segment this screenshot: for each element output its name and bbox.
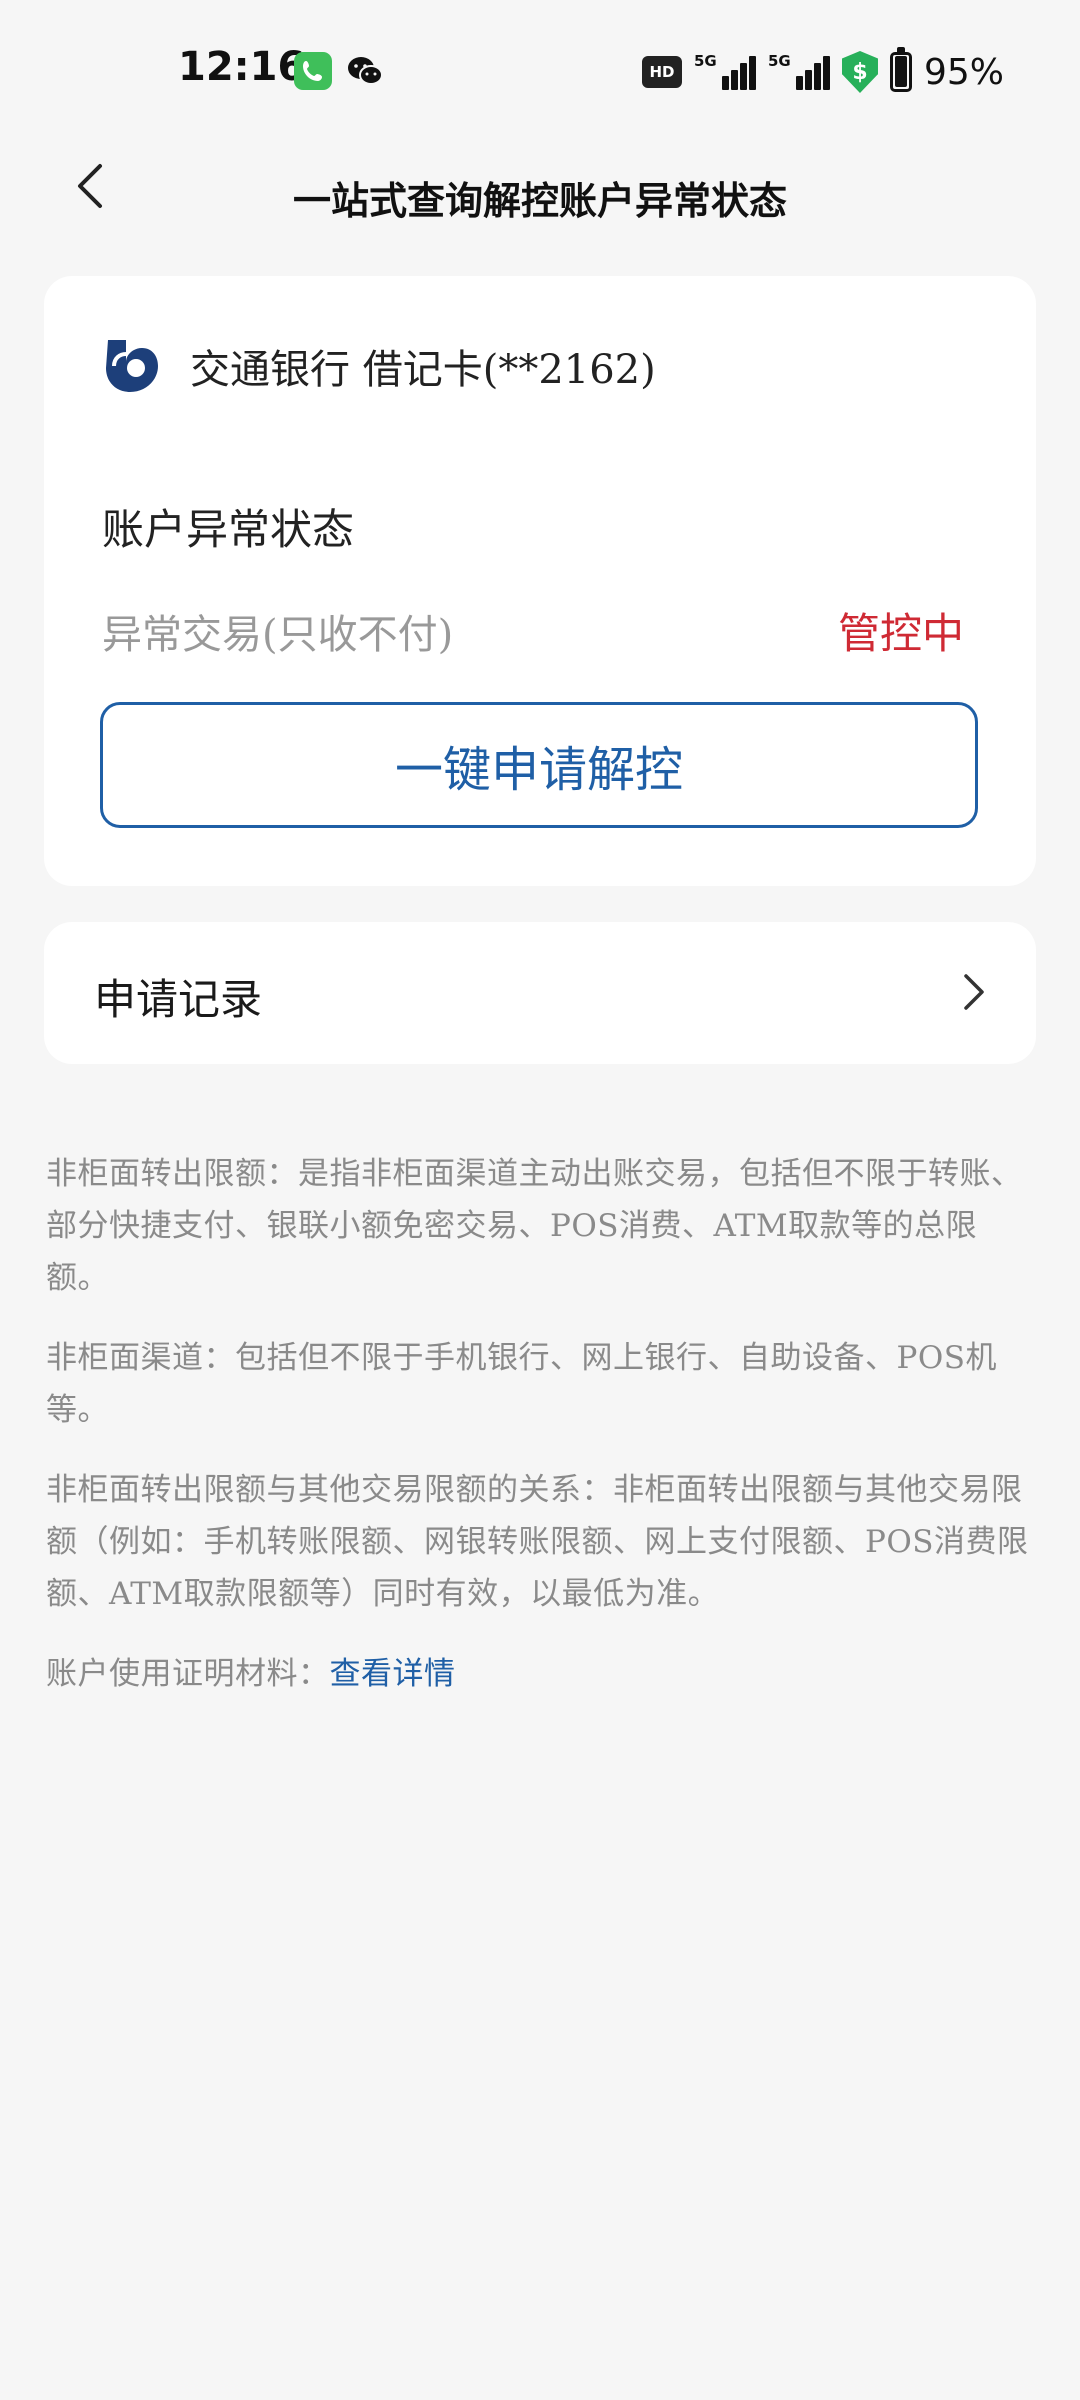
wechat-app-icon [346, 52, 384, 90]
bank-logo-icon [106, 340, 158, 392]
signal-5g-icon-2: 5G [768, 52, 830, 90]
view-details-link[interactable]: 查看详情 [330, 1656, 456, 1692]
security-shield-icon: $ [841, 51, 878, 93]
battery-icon [889, 47, 912, 92]
apply-unlock-button[interactable]: 一键申请解控 [100, 702, 978, 828]
note-account-proof: 账户使用证明材料：查看详情 [46, 1648, 1036, 1700]
abnormal-transaction-label: 异常交易(只收不付) [102, 612, 454, 658]
signal-5g-icon: 5G [694, 52, 756, 90]
bank-row: 交通银行 借记卡(**2162) [100, 336, 656, 396]
notes-section: 非柜面转出限额：是指非柜面渠道主动出账交易，包括但不限于转账、部分快捷支付、银联… [46, 1148, 1036, 1728]
records-label: 申请记录 [94, 975, 263, 1024]
section-title: 账户异常状态 [102, 505, 355, 554]
status-bar: 12:16 HD 5G 5G $ 95% [0, 0, 1080, 140]
bank-account-name: 交通银行 借记卡(**2162) [190, 347, 656, 393]
battery-level: 95% [923, 51, 1004, 93]
phone-app-icon [294, 52, 332, 90]
status-indicators: HD 5G 5G $ 95% [641, 47, 1004, 94]
hd-voice-icon: HD [641, 56, 682, 88]
note-limit-definition: 非柜面转出限额：是指非柜面渠道主动出账交易，包括但不限于转账、部分快捷支付、银联… [46, 1156, 1023, 1296]
note-channels: 非柜面渠道：包括但不限于手机银行、网上银行、自助设备、POS机等。 [46, 1340, 998, 1428]
application-records-row[interactable]: 申请记录 [44, 922, 1036, 1064]
account-card: 交通银行 借记卡(**2162) 账户异常状态 异常交易(只收不付) 管控中 一… [44, 276, 1036, 886]
account-proof-label: 账户使用证明材料： [46, 1656, 330, 1692]
page-title: 一站式查询解控账户异常状态 [292, 179, 787, 223]
control-status-badge: 管控中 [837, 609, 964, 658]
status-time: 12:16 [178, 44, 306, 90]
nav-bar: 一站式查询解控账户异常状态 [0, 130, 1080, 250]
note-limit-relation: 非柜面转出限额与其他交易限额的关系：非柜面转出限额与其他交易限额（例如：手机转账… [46, 1472, 1029, 1612]
chevron-right-icon [964, 974, 984, 1010]
